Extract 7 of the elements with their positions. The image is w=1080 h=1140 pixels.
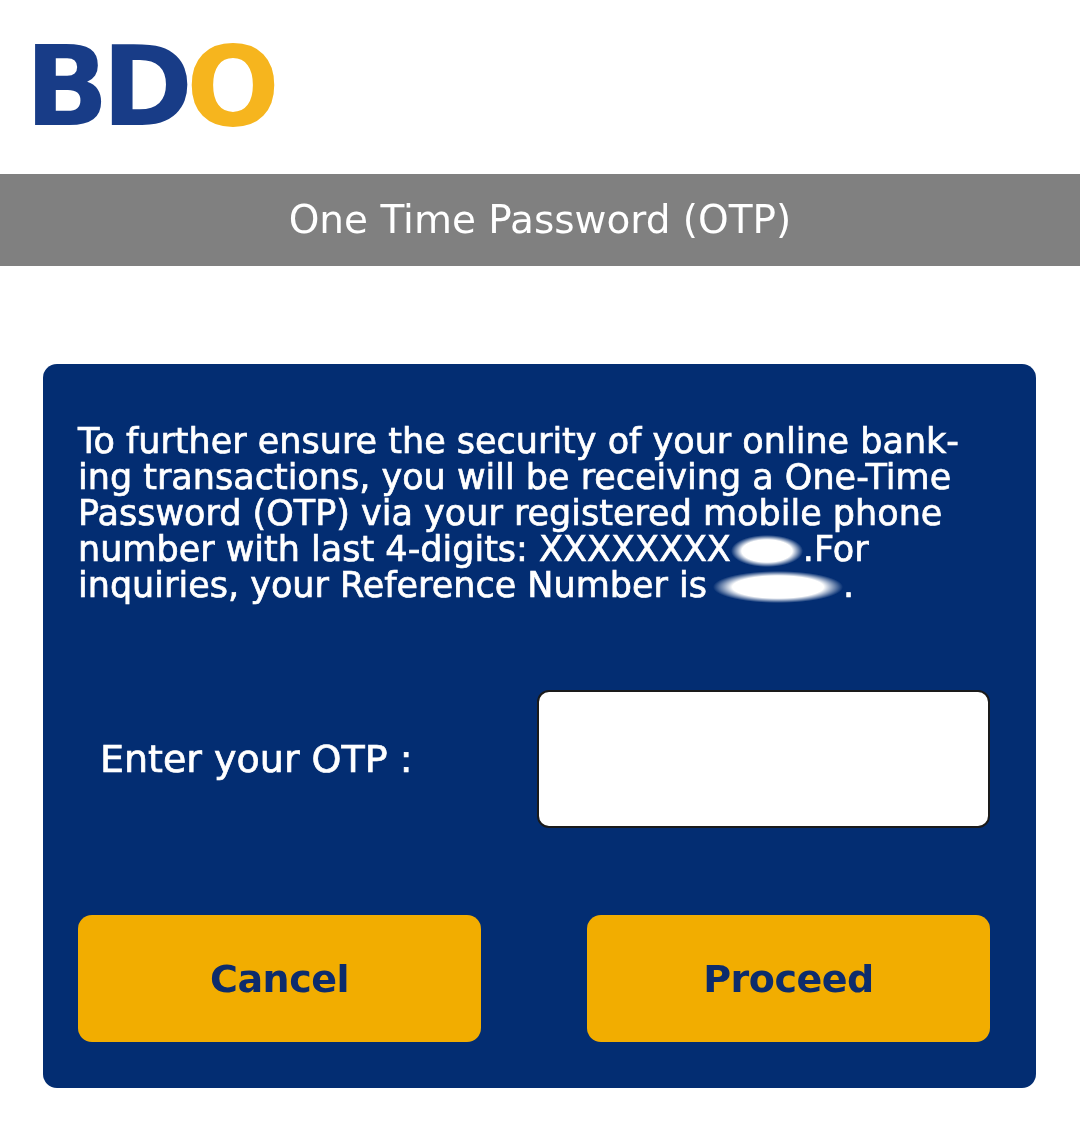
otp-label: Enter your OTP :	[100, 736, 413, 782]
proceed-button[interactable]: Proceed	[587, 915, 990, 1042]
otp-notice: To further ensure the security of your online bank-ing transactions, you will be receiving a One-Time Password (OTP) via your registered mobile phone number with last 4-digits: XXXXXXXX .For inquiries, your Reference Number is .	[78, 423, 960, 603]
cancel-button[interactable]: Cancel	[78, 915, 481, 1042]
bank-logo: BDO	[25, 32, 273, 142]
otp-input[interactable]	[537, 690, 990, 828]
page-title: One Time Password (OTP)	[288, 197, 792, 243]
